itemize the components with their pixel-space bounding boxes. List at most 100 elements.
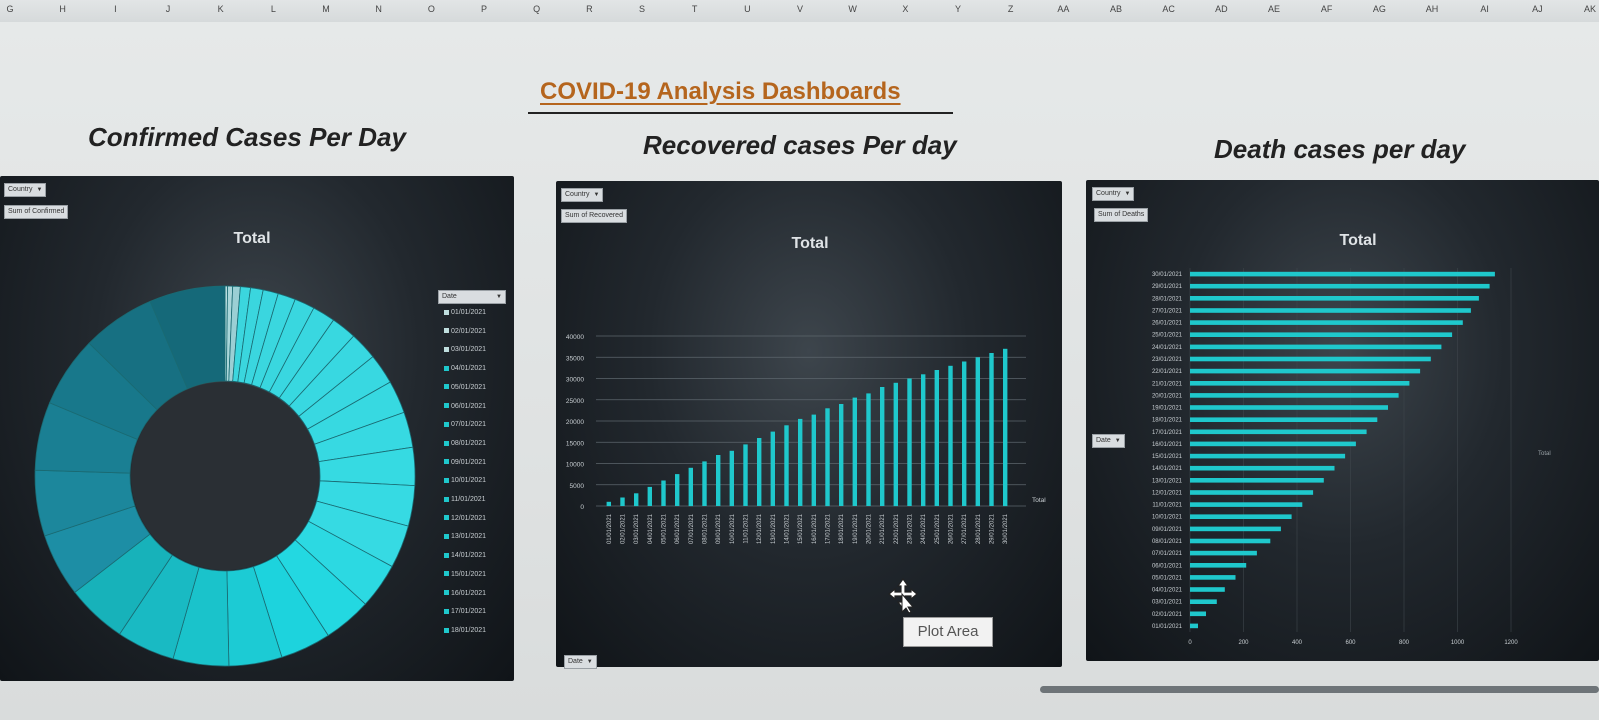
column-header[interactable]: AC <box>1162 4 1175 14</box>
bar[interactable] <box>634 493 639 507</box>
column-header[interactable]: N <box>375 4 382 14</box>
bar[interactable] <box>1190 296 1479 301</box>
bar[interactable] <box>1190 587 1225 592</box>
column-header[interactable]: M <box>322 4 330 14</box>
bar[interactable] <box>1190 550 1257 556</box>
bar[interactable] <box>1190 478 1324 483</box>
bar[interactable] <box>934 370 939 506</box>
bar[interactable] <box>1190 308 1471 313</box>
legend-item[interactable]: 16/01/2021 <box>444 590 486 597</box>
legend-item[interactable]: 13/01/2021 <box>444 533 486 540</box>
bar[interactable] <box>729 450 734 507</box>
bar[interactable] <box>948 365 953 507</box>
column-header[interactable]: AB <box>1110 4 1122 14</box>
bar[interactable] <box>1190 526 1281 532</box>
column-header[interactable]: AJ <box>1532 4 1543 14</box>
bar[interactable] <box>647 486 652 506</box>
bar[interactable] <box>1190 405 1388 410</box>
bar[interactable] <box>1190 368 1421 374</box>
bar[interactable] <box>1190 356 1431 362</box>
bar[interactable] <box>675 474 680 506</box>
bar[interactable] <box>1190 453 1346 459</box>
legend-item[interactable]: 14/01/2021 <box>444 552 486 559</box>
bar[interactable] <box>1190 514 1292 519</box>
legend-item[interactable]: 12/01/2021 <box>444 515 486 522</box>
column-header[interactable]: Q <box>533 4 540 14</box>
bar[interactable] <box>962 361 967 507</box>
legend-item[interactable]: 08/01/2021 <box>444 440 486 447</box>
column-header[interactable]: J <box>166 4 171 14</box>
bar[interactable] <box>921 374 926 507</box>
bar[interactable] <box>702 461 707 506</box>
column-header[interactable]: I <box>114 4 117 14</box>
legend-item[interactable]: 07/01/2021 <box>444 421 486 428</box>
bar[interactable] <box>1190 417 1378 422</box>
column-header[interactable]: AE <box>1268 4 1280 14</box>
bar[interactable] <box>1190 320 1463 325</box>
column-header[interactable]: P <box>481 4 487 14</box>
bar[interactable] <box>866 393 871 506</box>
column-header[interactable]: O <box>428 4 435 14</box>
bar[interactable] <box>1190 344 1442 350</box>
recovered-bar-chart[interactable]: 0 5000 10000 15000 20000 25000 30000 35000 40000… <box>556 181 1062 667</box>
bar[interactable] <box>1190 623 1198 629</box>
bar[interactable] <box>852 397 857 506</box>
bar[interactable] <box>1190 575 1236 580</box>
legend-item[interactable]: 09/01/2021 <box>444 459 486 466</box>
bar[interactable] <box>989 353 994 506</box>
column-header[interactable]: AA <box>1057 4 1069 14</box>
column-header[interactable]: V <box>797 4 803 14</box>
column-header[interactable]: T <box>692 4 698 14</box>
bar[interactable] <box>757 438 762 506</box>
deaths-chart-panel[interactable]: Country ▼ Sum of Deaths Total Date ▼ 0 200 4… <box>1086 180 1599 661</box>
bar[interactable] <box>1190 441 1356 447</box>
bar[interactable] <box>743 444 748 506</box>
legend-item[interactable]: 17/01/2021 <box>444 608 486 615</box>
column-header[interactable]: Z <box>1008 4 1014 14</box>
horizontal-scrollbar[interactable] <box>1040 686 1599 693</box>
column-header[interactable]: AI <box>1480 4 1489 14</box>
legend-item[interactable]: 02/01/2021 <box>444 328 486 335</box>
column-header[interactable]: K <box>218 4 224 14</box>
legend-item[interactable]: 04/01/2021 <box>444 365 486 372</box>
bar[interactable] <box>975 357 980 507</box>
bar[interactable] <box>1003 348 1008 507</box>
column-header[interactable]: U <box>744 4 751 14</box>
doughnut-chart[interactable] <box>0 176 514 681</box>
bar[interactable] <box>688 467 693 507</box>
legend-item[interactable]: 06/01/2021 <box>444 403 486 410</box>
column-header[interactable]: Y <box>955 4 961 14</box>
column-header[interactable]: W <box>848 4 857 14</box>
column-header[interactable]: AG <box>1373 4 1386 14</box>
bar[interactable] <box>839 404 844 506</box>
column-header[interactable]: R <box>586 4 593 14</box>
deaths-bar-chart[interactable]: 0 200 400 600 800 1000 1200 01/01/2021 02/01/202… <box>1086 180 1599 661</box>
bar[interactable] <box>880 387 885 506</box>
legend-item[interactable]: 01/01/2021 <box>444 309 486 316</box>
column-header[interactable]: H <box>59 4 66 14</box>
column-header[interactable]: AK <box>1584 4 1596 14</box>
bar[interactable] <box>1190 332 1453 337</box>
bar[interactable] <box>661 480 666 507</box>
legend-item[interactable]: 10/01/2021 <box>444 477 486 484</box>
bar[interactable] <box>1190 490 1314 495</box>
bar[interactable] <box>1190 599 1217 604</box>
bar[interactable] <box>1190 563 1247 568</box>
legend-item[interactable]: 11/01/2021 <box>444 496 486 503</box>
recovered-chart-panel[interactable]: Country ▼ Sum of Recovered Total 0 5000 100… <box>556 181 1062 669</box>
bar[interactable] <box>1190 393 1399 398</box>
column-header[interactable]: L <box>271 4 276 14</box>
bar[interactable] <box>798 418 803 506</box>
date-filter-button[interactable]: Date ▼ <box>438 290 506 304</box>
legend-item[interactable]: 18/01/2021 <box>444 627 486 634</box>
bar[interactable] <box>811 414 816 506</box>
bar[interactable] <box>1190 611 1206 617</box>
column-header[interactable]: S <box>639 4 645 14</box>
bar[interactable] <box>1190 283 1490 289</box>
legend-item[interactable]: 15/01/2021 <box>444 571 486 578</box>
legend-item[interactable]: 03/01/2021 <box>444 346 486 353</box>
bar[interactable] <box>825 408 830 507</box>
legend-item[interactable]: 05/01/2021 <box>444 384 486 391</box>
column-header[interactable]: G <box>6 4 13 14</box>
bar[interactable] <box>784 425 789 507</box>
